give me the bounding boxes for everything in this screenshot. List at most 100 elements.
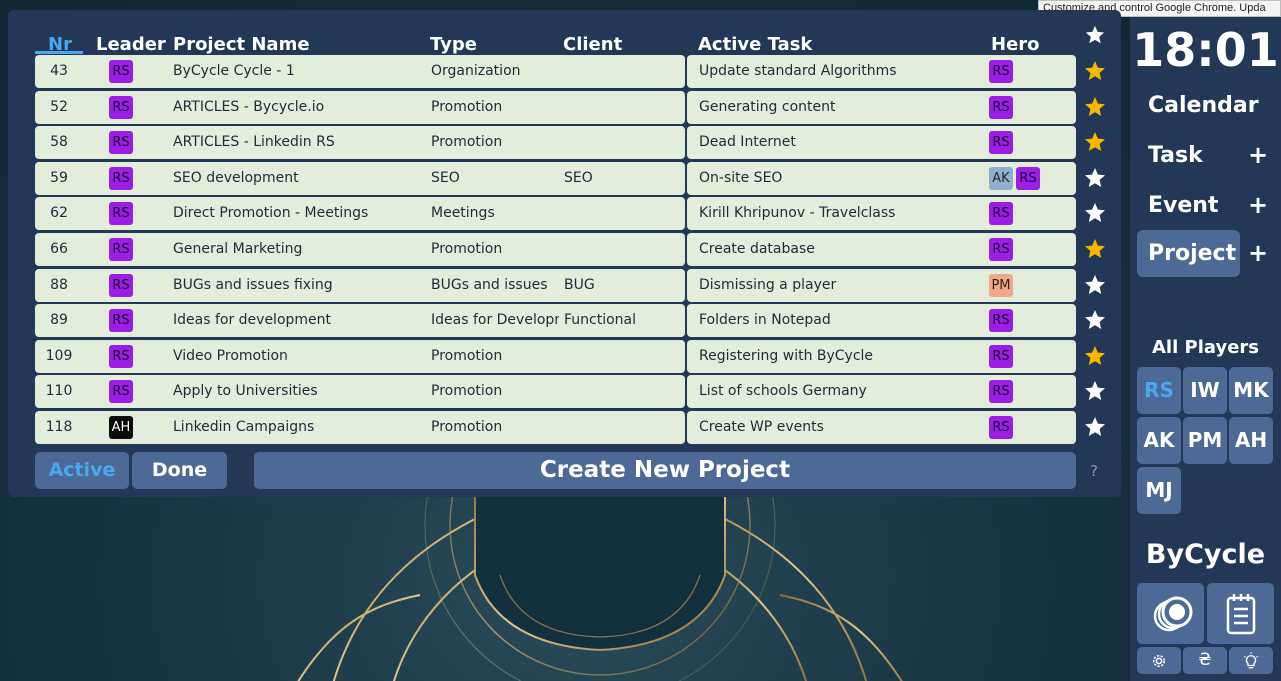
active-task: Generating content <box>699 99 836 115</box>
favorite-star-icon[interactable] <box>1083 166 1107 190</box>
hero-badge[interactable]: RS <box>989 416 1013 439</box>
nav-project[interactable]: Project <box>1137 230 1240 277</box>
favorite-star-icon[interactable] <box>1083 130 1107 154</box>
done-filter-button[interactable]: Done <box>132 452 227 489</box>
project-type: Promotion <box>431 419 503 435</box>
project-nr: 43 <box>50 63 68 79</box>
hero-badge[interactable]: RS <box>989 309 1013 332</box>
table-row[interactable]: 58 RS ARTICLES - Linkedin RS Promotion Dead … <box>35 126 1105 159</box>
currency-button[interactable]: ₴ <box>1183 647 1227 674</box>
favorite-star-icon[interactable] <box>1083 379 1107 403</box>
table-row[interactable]: 89 RS Ideas for development Ideas for Devel… <box>35 304 1105 337</box>
project-type: Promotion <box>431 348 503 364</box>
active-task: Registering with ByCycle <box>699 348 874 364</box>
player-mj[interactable]: MJ <box>1137 467 1181 514</box>
active-task: On-site SEO <box>699 170 783 186</box>
leader-badge[interactable]: AH <box>109 416 133 439</box>
hero-badge[interactable]: RS <box>989 131 1013 154</box>
notepad-button[interactable] <box>1207 583 1274 644</box>
table-row[interactable]: 62 RS Direct Promotion - Meetings Meetings K… <box>35 197 1105 230</box>
favorite-star-icon[interactable] <box>1083 308 1107 332</box>
lightbulb-icon <box>1243 651 1259 668</box>
header-type[interactable]: Type <box>430 34 477 55</box>
nav-calendar[interactable]: Calendar <box>1137 82 1259 129</box>
active-task: Create database <box>699 241 815 257</box>
settings-button[interactable] <box>1137 647 1181 674</box>
active-filter-button[interactable]: Active <box>35 452 129 489</box>
idea-button[interactable] <box>1229 647 1273 674</box>
project-name: General Marketing <box>173 241 303 257</box>
active-task: Dead Internet <box>699 134 796 150</box>
leader-badge[interactable]: RS <box>109 60 133 83</box>
table-row[interactable]: 110 RS Apply to Universities Promotion List … <box>35 375 1105 408</box>
create-new-project-button[interactable]: Create New Project <box>254 452 1076 489</box>
project-type: Promotion <box>431 99 503 115</box>
favorite-star-icon[interactable] <box>1083 415 1107 439</box>
table-row[interactable]: 66 RS General Marketing Promotion Create dat… <box>35 233 1105 266</box>
add-event-button[interactable]: + <box>1247 182 1269 229</box>
hero-badge[interactable]: PM <box>989 274 1013 297</box>
header-hero[interactable]: Hero <box>991 34 1040 55</box>
help-icon[interactable]: ? <box>1090 462 1098 480</box>
favorite-star-icon[interactable] <box>1083 344 1107 368</box>
table-row[interactable]: 52 RS ARTICLES - Bycycle.io Promotion Genera… <box>35 91 1105 124</box>
nav-event[interactable]: Event <box>1137 182 1240 229</box>
add-project-button[interactable]: + <box>1247 230 1269 277</box>
leader-badge[interactable]: RS <box>109 131 133 154</box>
project-name: SEO development <box>173 170 299 186</box>
project-name: Direct Promotion - Meetings <box>173 205 369 221</box>
player-rs[interactable]: RS <box>1137 367 1181 414</box>
leader-badge[interactable]: RS <box>109 274 133 297</box>
active-task: Update standard Algorithms <box>699 63 897 79</box>
leader-badge[interactable]: RS <box>109 380 133 403</box>
hero-badge[interactable]: RS <box>989 202 1013 225</box>
project-name: Linkedin Campaigns <box>173 419 315 435</box>
table-row[interactable]: 59 RS SEO development SEO SEO On-site SEO AK RS <box>35 162 1105 195</box>
hero-badge[interactable]: RS <box>989 96 1013 119</box>
hero-badge[interactable]: RS <box>989 238 1013 261</box>
leader-badge[interactable]: RS <box>109 345 133 368</box>
header-project-name[interactable]: Project Name <box>173 34 310 55</box>
project-client <box>564 233 679 266</box>
player-iw[interactable]: IW <box>1183 367 1227 414</box>
header-client[interactable]: Client <box>563 34 622 55</box>
table-row[interactable]: 43 RS ByCycle Cycle - 1 Organization Update … <box>35 55 1105 88</box>
player-pm[interactable]: PM <box>1183 417 1227 464</box>
favorite-star-icon[interactable] <box>1083 95 1107 119</box>
notepad-icon <box>1226 593 1255 634</box>
player-ak[interactable]: AK <box>1137 417 1181 464</box>
star-header-icon[interactable] <box>1084 24 1106 46</box>
cycle-button[interactable] <box>1137 583 1204 644</box>
project-nr: 118 <box>45 419 73 435</box>
hero-badge[interactable]: RS <box>989 345 1013 368</box>
nav-task[interactable]: Task <box>1137 132 1240 179</box>
favorite-star-icon[interactable] <box>1083 201 1107 225</box>
hero-badge[interactable]: AK <box>989 167 1013 190</box>
cycle-icon <box>1153 596 1192 631</box>
hero-badge[interactable]: RS <box>989 60 1013 83</box>
sort-indicator <box>35 51 83 54</box>
leader-badge[interactable]: RS <box>109 96 133 119</box>
leader-badge[interactable]: RS <box>109 202 133 225</box>
project-nr: 89 <box>50 312 68 328</box>
player-mk[interactable]: MK <box>1229 367 1273 414</box>
active-task: Create WP events <box>699 419 824 435</box>
favorite-star-icon[interactable] <box>1083 273 1107 297</box>
project-type: Ideas for Developm <box>431 312 559 328</box>
header-leader[interactable]: Leader <box>96 34 166 55</box>
project-name: BUGs and issues fixing <box>173 277 333 293</box>
active-task: List of schools Germany <box>699 383 867 399</box>
hero-badge[interactable]: RS <box>989 380 1013 403</box>
table-row[interactable]: 109 RS Video Promotion Promotion Registering… <box>35 340 1105 373</box>
hero-badge[interactable]: RS <box>1016 167 1040 190</box>
add-task-button[interactable]: + <box>1247 132 1269 179</box>
table-row[interactable]: 88 RS BUGs and issues fixing BUGs and issue… <box>35 269 1105 302</box>
header-active-task[interactable]: Active Task <box>698 34 812 55</box>
leader-badge[interactable]: RS <box>109 167 133 190</box>
favorite-star-icon[interactable] <box>1083 59 1107 83</box>
favorite-star-icon[interactable] <box>1083 237 1107 261</box>
leader-badge[interactable]: RS <box>109 309 133 332</box>
table-row[interactable]: 118 AH Linkedin Campaigns Promotion Create W… <box>35 411 1105 444</box>
player-ah[interactable]: AH <box>1229 417 1273 464</box>
leader-badge[interactable]: RS <box>109 238 133 261</box>
